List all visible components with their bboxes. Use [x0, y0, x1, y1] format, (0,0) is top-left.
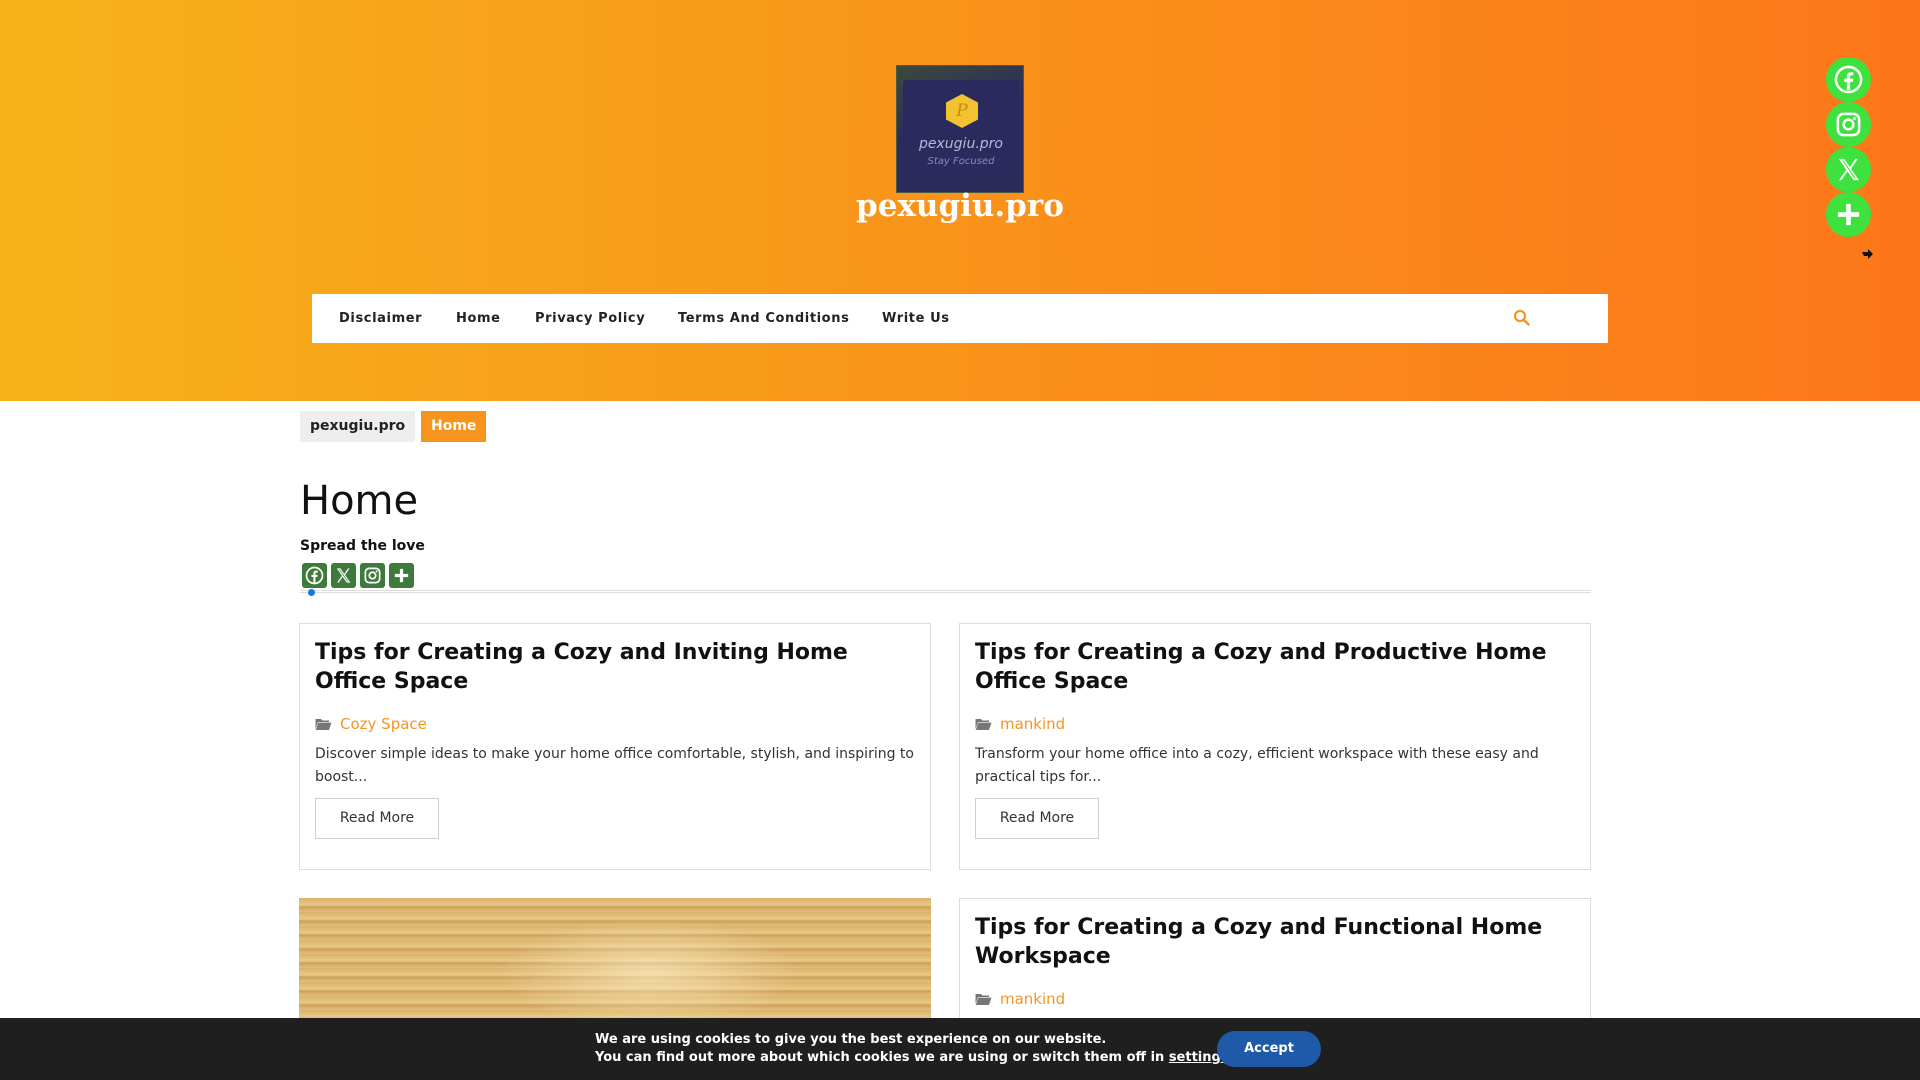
facebook-icon[interactable] [1826, 57, 1871, 102]
instagram-icon[interactable] [360, 563, 385, 588]
main-navigation: Disclaimer Home Privacy Policy Terms And… [312, 294, 1608, 343]
search-icon[interactable] [1512, 308, 1532, 328]
page-title: Home [300, 478, 419, 524]
logo-tagline: Stay Focused [927, 156, 995, 167]
post-excerpt: Discover simple ideas to make your home … [315, 746, 914, 785]
arrow-icon[interactable] [1860, 248, 1874, 262]
post-title[interactable]: Tips for Creating a Cozy and Functional … [975, 913, 1575, 971]
nav-item-write-us[interactable]: Write Us [882, 294, 950, 343]
cookie-message: We are using cookies to give you the bes… [595, 1031, 1234, 1067]
facebook-icon[interactable] [302, 563, 327, 588]
breadcrumb-current: Home [421, 411, 487, 442]
nav-item-terms-and-conditions[interactable]: Terms And Conditions [678, 294, 849, 343]
post-excerpt: Transform your home office into a cozy, … [975, 746, 1539, 785]
folder-icon [315, 719, 332, 730]
breadcrumb-home-link[interactable]: pexugiu.pro [300, 411, 416, 442]
x-icon[interactable] [1826, 147, 1871, 192]
indicator-dot [308, 589, 315, 596]
site-header: P pexugiu.pro Stay Focused pexugiu.pro D… [0, 0, 1920, 401]
post-card: Tips for Creating a Cozy and Productive … [959, 623, 1591, 870]
cookie-message-line1: We are using cookies to give you the bes… [595, 1032, 1107, 1047]
logo-name: pexugiu.pro [919, 136, 1003, 152]
nav-item-home[interactable]: Home [456, 294, 501, 343]
image-light-glow [499, 918, 799, 1018]
nav-item-disclaimer[interactable]: Disclaimer [339, 294, 422, 343]
post-category: mankind [1000, 990, 1066, 1008]
post-title[interactable]: Tips for Creating a Cozy and Inviting Ho… [315, 638, 915, 696]
read-more-button[interactable]: Read More [975, 798, 1099, 839]
cookie-consent-bar: We are using cookies to give you the bes… [0, 1018, 1920, 1080]
divider [300, 590, 1591, 593]
folder-icon [975, 719, 992, 730]
site-logo[interactable]: P pexugiu.pro Stay Focused [896, 65, 1024, 193]
folder-icon [975, 994, 992, 1005]
spread-the-love-label: Spread the love [300, 538, 425, 554]
site-title[interactable]: pexugiu.pro [760, 188, 1160, 224]
post-category: Cozy Space [340, 715, 427, 733]
plus-icon[interactable] [389, 563, 414, 588]
logo-hexagon-icon: P [946, 94, 978, 128]
post-title[interactable]: Tips for Creating a Cozy and Productive … [975, 638, 1575, 696]
post-category: mankind [1000, 715, 1066, 733]
x-icon[interactable] [331, 563, 356, 588]
post-card: Tips for Creating a Cozy and Functional … [959, 898, 1591, 1038]
instagram-icon[interactable] [1826, 102, 1871, 147]
post-thumbnail-image[interactable] [299, 898, 931, 1018]
post-card: Tips for Creating a Cozy and Inviting Ho… [299, 623, 931, 870]
cookie-message-line2: You can find out more about which cookie… [595, 1049, 1234, 1067]
cookie-message-prefix: You can find out more about which cookie… [595, 1050, 1169, 1065]
plus-icon[interactable] [1826, 192, 1871, 237]
accept-cookies-button[interactable]: Accept [1217, 1031, 1321, 1067]
logo-letter: P [956, 101, 968, 121]
logo-badge: P pexugiu.pro Stay Focused [903, 80, 1019, 178]
read-more-button[interactable]: Read More [315, 798, 439, 839]
nav-item-privacy-policy[interactable]: Privacy Policy [535, 294, 645, 343]
